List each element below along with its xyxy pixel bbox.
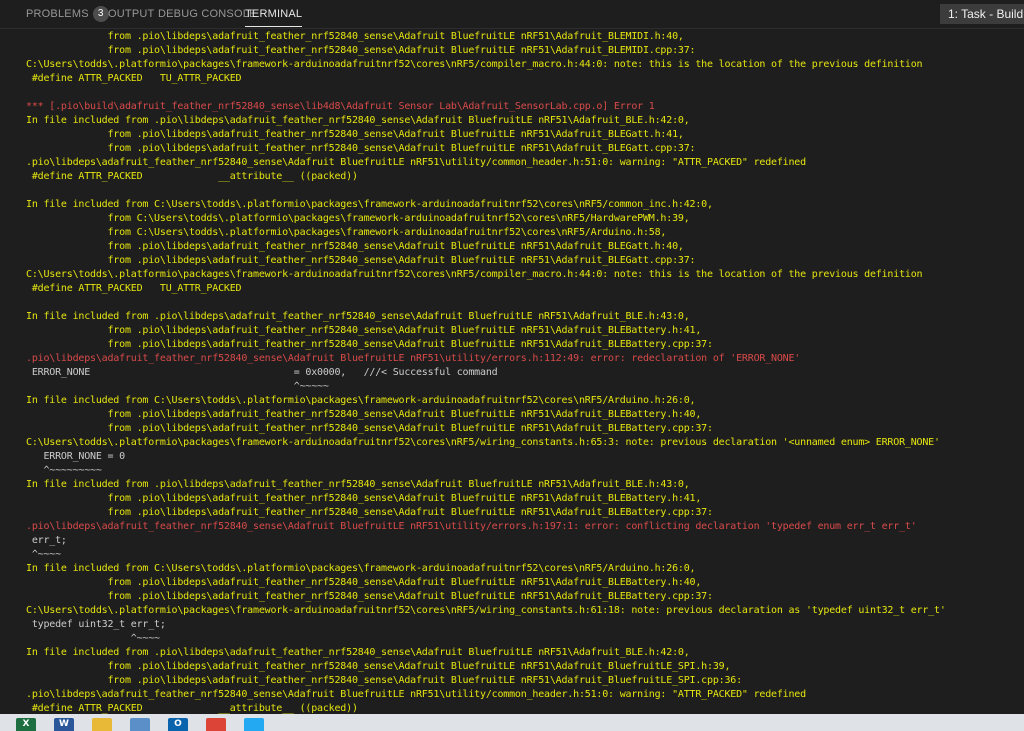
terminal-line: ERROR_NONE = 0 xyxy=(26,451,125,462)
terminal-line: C:\Users\todds\.platformio\packages\fram… xyxy=(26,437,940,448)
terminal-line: C:\Users\todds\.platformio\packages\fram… xyxy=(26,269,923,280)
terminal-line: .pio\libdeps\adafruit_feather_nrf52840_s… xyxy=(26,353,801,364)
terminal-line: #define ATTR_PACKED TU_ATTR_PACKED xyxy=(26,283,242,294)
terminal-line: from C:\Users\todds\.platformio\packages… xyxy=(26,213,690,224)
tab-debug-console[interactable]: DEBUG CONSOLE xyxy=(158,0,257,28)
terminal-line: from .pio\libdeps\adafruit_feather_nrf52… xyxy=(26,507,713,518)
windows-taskbar: XWO xyxy=(0,714,1024,731)
terminal-line: from .pio\libdeps\adafruit_feather_nrf52… xyxy=(26,577,702,588)
terminal-line: ^~~~~~~~~~ xyxy=(26,465,102,476)
terminal-line: from .pio\libdeps\adafruit_feather_nrf52… xyxy=(26,409,702,420)
terminal-line: .pio\libdeps\adafruit_feather_nrf52840_s… xyxy=(26,157,806,168)
terminal-line: from .pio\libdeps\adafruit_feather_nrf52… xyxy=(26,423,713,434)
terminal-line: .pio\libdeps\adafruit_feather_nrf52840_s… xyxy=(26,689,806,700)
terminal-line: err_t; xyxy=(26,535,67,546)
terminal-line: .pio\libdeps\adafruit_feather_nrf52840_s… xyxy=(26,521,917,532)
terminal-line: In file included from .pio\libdeps\adafr… xyxy=(26,115,690,126)
problems-count-badge: 3 xyxy=(92,6,109,23)
terminal-line: from .pio\libdeps\adafruit_feather_nrf52… xyxy=(26,591,713,602)
word-icon[interactable]: W xyxy=(54,718,74,731)
terminal-line: from .pio\libdeps\adafruit_feather_nrf52… xyxy=(26,325,702,336)
terminal-line: In file included from C:\Users\todds\.pl… xyxy=(26,199,713,210)
terminal-line: #define ATTR_PACKED __attribute__ ((pack… xyxy=(26,171,358,182)
terminal-line: from .pio\libdeps\adafruit_feather_nrf52… xyxy=(26,493,702,504)
tab-problems-label: PROBLEMS xyxy=(26,8,89,20)
terminal-line: ERROR_NONE = 0x0000, ///< Successful com… xyxy=(26,367,498,378)
terminal-line: from .pio\libdeps\adafruit_feather_nrf52… xyxy=(26,241,684,252)
windows-app-icon[interactable] xyxy=(130,718,150,731)
vscode-icon[interactable] xyxy=(244,718,264,731)
tab-problems[interactable]: PROBLEMS 3 xyxy=(26,0,109,28)
tab-output[interactable]: OUTPUT xyxy=(108,0,154,28)
terminal-output[interactable]: from .pio\libdeps\adafruit_feather_nrf52… xyxy=(0,28,1024,714)
panel-header: PROBLEMS 3 OUTPUT DEBUG CONSOLE TERMINAL … xyxy=(0,0,1024,29)
excel-icon[interactable]: X xyxy=(16,718,36,731)
terminal-line: C:\Users\todds\.platformio\packages\fram… xyxy=(26,59,923,70)
terminal-line: ^~~~~ xyxy=(26,549,61,560)
terminal-line: In file included from .pio\libdeps\adafr… xyxy=(26,479,690,490)
terminal-line: ^~~~~ xyxy=(26,633,160,644)
terminal-line: In file included from .pio\libdeps\adafr… xyxy=(26,311,690,322)
terminal-line: typedef uint32_t err_t; xyxy=(26,619,166,630)
terminal-line: from .pio\libdeps\adafruit_feather_nrf52… xyxy=(26,339,713,350)
terminal-line: #define ATTR_PACKED __attribute__ ((pack… xyxy=(26,703,358,714)
terminal-line: from .pio\libdeps\adafruit_feather_nrf52… xyxy=(26,143,696,154)
terminal-line: #define ATTR_PACKED TU_ATTR_PACKED xyxy=(26,73,242,84)
terminal-line: In file included from C:\Users\todds\.pl… xyxy=(26,563,696,574)
terminal-line: from .pio\libdeps\adafruit_feather_nrf52… xyxy=(26,255,696,266)
terminal-line: *** [.pio\build\adafruit_feather_nrf5284… xyxy=(26,101,655,112)
terminal-line: C:\Users\todds\.platformio\packages\fram… xyxy=(26,605,946,616)
terminal-task-select[interactable]: 1: Task - Build (a xyxy=(940,4,1024,24)
terminal-line: from .pio\libdeps\adafruit_feather_nrf52… xyxy=(26,129,684,140)
terminal-line: from .pio\libdeps\adafruit_feather_nrf52… xyxy=(26,45,696,56)
tab-terminal[interactable]: TERMINAL xyxy=(245,0,303,28)
terminal-line: from .pio\libdeps\adafruit_feather_nrf52… xyxy=(26,675,742,686)
terminal-line: ^~~~~~ xyxy=(26,381,329,392)
terminal-line: In file included from .pio\libdeps\adafr… xyxy=(26,647,690,658)
terminal-line: from .pio\libdeps\adafruit_feather_nrf52… xyxy=(26,31,684,42)
terminal-line: from .pio\libdeps\adafruit_feather_nrf52… xyxy=(26,661,731,672)
chrome-icon[interactable] xyxy=(206,718,226,731)
terminal-line: In file included from C:\Users\todds\.pl… xyxy=(26,395,696,406)
outlook-icon[interactable]: O xyxy=(168,718,188,731)
file-explorer-icon[interactable] xyxy=(92,718,112,731)
terminal-line: from C:\Users\todds\.platformio\packages… xyxy=(26,227,667,238)
